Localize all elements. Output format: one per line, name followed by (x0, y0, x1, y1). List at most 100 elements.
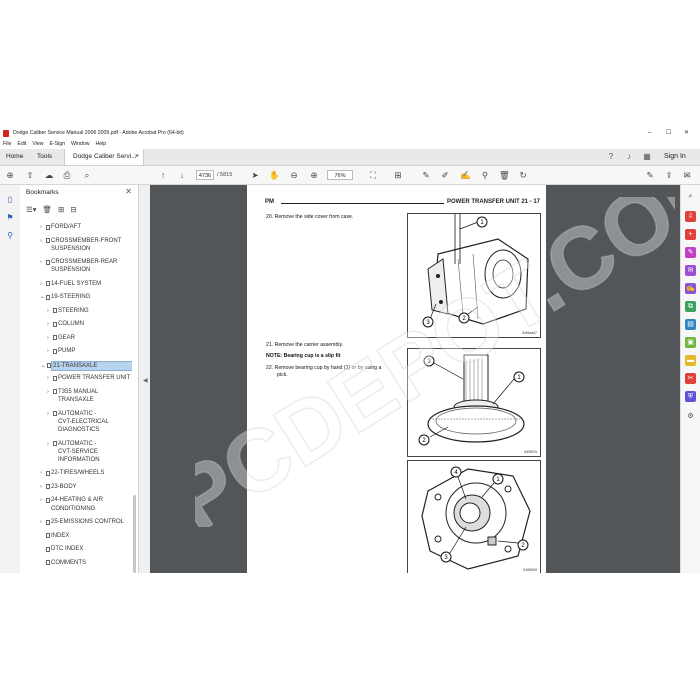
print-icon[interactable]: ⎙ (62, 170, 72, 180)
close-window-button[interactable]: ✕ (684, 127, 689, 139)
attachment-icon[interactable]: ⚲ (5, 231, 15, 241)
tab-tools[interactable]: Tools (37, 149, 52, 165)
bookmark-item[interactable]: 14-FUEL SYSTEM › (40, 280, 101, 289)
close-panel-button[interactable]: ✕ (125, 187, 132, 196)
bookmark-item[interactable]: SUSPENSION (51, 245, 90, 254)
chevron-right-icon[interactable]: › (47, 388, 49, 397)
comment-icon[interactable]: ✎ (421, 170, 431, 180)
chevron-right-icon[interactable]: › (40, 258, 42, 267)
sign-in-button[interactable]: Sign In (664, 149, 686, 165)
chevron-right-icon[interactable]: › (40, 223, 42, 232)
bookmark-item[interactable]: CONDITIONING (51, 505, 95, 514)
delete-bookmark-icon[interactable]: 🗑 (43, 205, 53, 217)
cloud-icon[interactable]: ☁ (44, 170, 54, 180)
chevron-right-icon[interactable]: › (40, 280, 42, 289)
bookmark-item[interactable]: INDEX (46, 532, 69, 541)
export-pdf-icon[interactable]: ⇩ (685, 211, 696, 222)
organize-icon[interactable]: ▤ (685, 319, 696, 330)
bookmark-item[interactable]: POWER TRANSFER UNIT › (47, 374, 130, 383)
bookmark-item[interactable]: TRANSAXLE (58, 396, 94, 405)
bookmark-item[interactable]: GEAR › (47, 334, 75, 343)
bookmark-item[interactable]: 19-STEERING ⌄ (40, 293, 90, 302)
bookmark-item[interactable]: SUSPENSION (51, 266, 90, 275)
zoom-in-icon[interactable]: ⊕ (309, 170, 319, 180)
maximize-button[interactable]: ☐ (666, 127, 671, 139)
tab-home[interactable]: Home (6, 149, 23, 165)
edit-pen-icon[interactable]: ✎ (645, 170, 655, 180)
chevron-right-icon[interactable]: › (47, 320, 49, 329)
tab-document[interactable]: Dodge Caliber Servi... × (64, 149, 144, 165)
help-icon[interactable]: ? (606, 152, 616, 162)
chevron-right-icon[interactable]: › (40, 518, 42, 527)
create-pdf-icon[interactable]: + (685, 229, 696, 240)
share-icon[interactable]: ⇪ (664, 170, 674, 180)
document-viewer[interactable]: PM POWER TRANSFER UNIT 21 - 17 20. Remov… (150, 185, 680, 573)
menu-help[interactable]: Help (96, 141, 107, 147)
chevron-right-icon[interactable]: › (40, 237, 42, 246)
sign-icon[interactable]: ✍ (460, 170, 471, 180)
page-down-icon[interactable]: ↓ (177, 170, 187, 180)
chevron-down-icon[interactable]: ⌄ (41, 362, 46, 371)
compress-icon[interactable]: ▣ (685, 337, 696, 348)
read-mode-icon[interactable]: ⊞ (393, 170, 403, 180)
pages-icon[interactable]: ▯ (5, 195, 15, 205)
chevron-right-icon[interactable]: › (47, 440, 49, 449)
combine-icon[interactable]: ⧉ (685, 301, 696, 312)
rotate-icon[interactable]: ↻ (518, 170, 528, 180)
delete-icon[interactable]: 🗑 (499, 170, 510, 180)
new-bookmark-icon[interactable]: ⊞ (58, 205, 64, 217)
bookmark-item[interactable]: PUMP › (47, 347, 75, 356)
more-tools-icon[interactable]: ⚙ (685, 411, 696, 422)
zoom-out-icon[interactable]: ⊖ (289, 170, 299, 180)
shield-icon[interactable]: ⛨ (685, 391, 696, 402)
edit-pdf-icon[interactable]: ✎ (685, 247, 696, 258)
chevron-right-icon[interactable]: › (40, 483, 42, 492)
collapse-panel-icon[interactable]: ◀ (143, 377, 148, 384)
chevron-down-icon[interactable]: ⌄ (40, 293, 45, 302)
notification-bell-icon[interactable]: ♪ (624, 152, 634, 162)
fit-page-icon[interactable]: ⛶ (368, 170, 378, 180)
zoom-search-icon[interactable]: ⌕ (685, 191, 696, 202)
chevron-right-icon[interactable]: › (40, 496, 42, 505)
page-up-icon[interactable]: ↑ (158, 170, 168, 180)
minimize-button[interactable]: – (648, 127, 651, 139)
bookmark-item[interactable]: 21-TRANSAXLE ⌄ (41, 360, 132, 372)
upload-icon[interactable]: ⇧ (25, 170, 35, 180)
bookmark-item[interactable]: COLUMN › (47, 320, 84, 329)
bookmark-item[interactable]: STEERING › (47, 307, 89, 316)
bookmark-item[interactable]: DTC INDEX (46, 545, 83, 554)
email-icon[interactable]: ✉ (682, 170, 692, 180)
bookmarks-scrollbar[interactable] (133, 495, 136, 573)
close-tab-button[interactable]: × (135, 149, 139, 165)
search-icon[interactable]: ⌕ (82, 170, 92, 180)
select-cursor-icon[interactable]: ➤ (250, 170, 260, 180)
chevron-right-icon[interactable]: › (47, 334, 49, 343)
hand-tool-icon[interactable]: ✋ (269, 170, 280, 180)
bookmark-item[interactable]: FORD/AFT › (40, 223, 81, 232)
bookmark-item[interactable]: 25-EMISSIONS CONTROL › (40, 518, 124, 527)
protect-icon[interactable]: ✂ (685, 373, 696, 384)
highlight-icon[interactable]: ✐ (440, 170, 450, 180)
fill-sign-icon[interactable]: ✍ (685, 283, 696, 294)
tag-bookmark-icon[interactable]: ⊟ (70, 205, 76, 217)
bookmark-item[interactable]: DIAGNOSTICS (58, 426, 99, 435)
comment-icon[interactable]: ✉ (685, 265, 696, 276)
apps-grid-icon[interactable]: ▦ (642, 152, 652, 162)
redact-icon[interactable]: ▬ (685, 355, 696, 366)
bookmark-item[interactable]: INFORMATION (58, 456, 100, 465)
zoom-level-select[interactable]: 76% (327, 170, 353, 180)
stamp-icon[interactable]: ⚲ (480, 170, 490, 180)
menu-file[interactable]: File (3, 141, 11, 147)
menu-view[interactable]: View (32, 141, 43, 147)
menu-edit[interactable]: Edit (17, 141, 26, 147)
chevron-right-icon[interactable]: › (47, 410, 49, 419)
bookmark-icon[interactable]: ⚑ (5, 213, 15, 223)
bookmark-item[interactable]: COMMENTS (46, 559, 86, 568)
bookmark-item[interactable]: 23-BODY › (40, 483, 77, 492)
create-pdf-icon[interactable]: ⊕ (5, 170, 15, 180)
menu-esign[interactable]: E-Sign (49, 141, 65, 147)
chevron-right-icon[interactable]: › (40, 469, 42, 478)
page-number-input[interactable]: 4736 (196, 170, 214, 180)
options-menu-icon[interactable]: ☰▾ (26, 205, 37, 217)
menu-window[interactable]: Window (71, 141, 89, 147)
